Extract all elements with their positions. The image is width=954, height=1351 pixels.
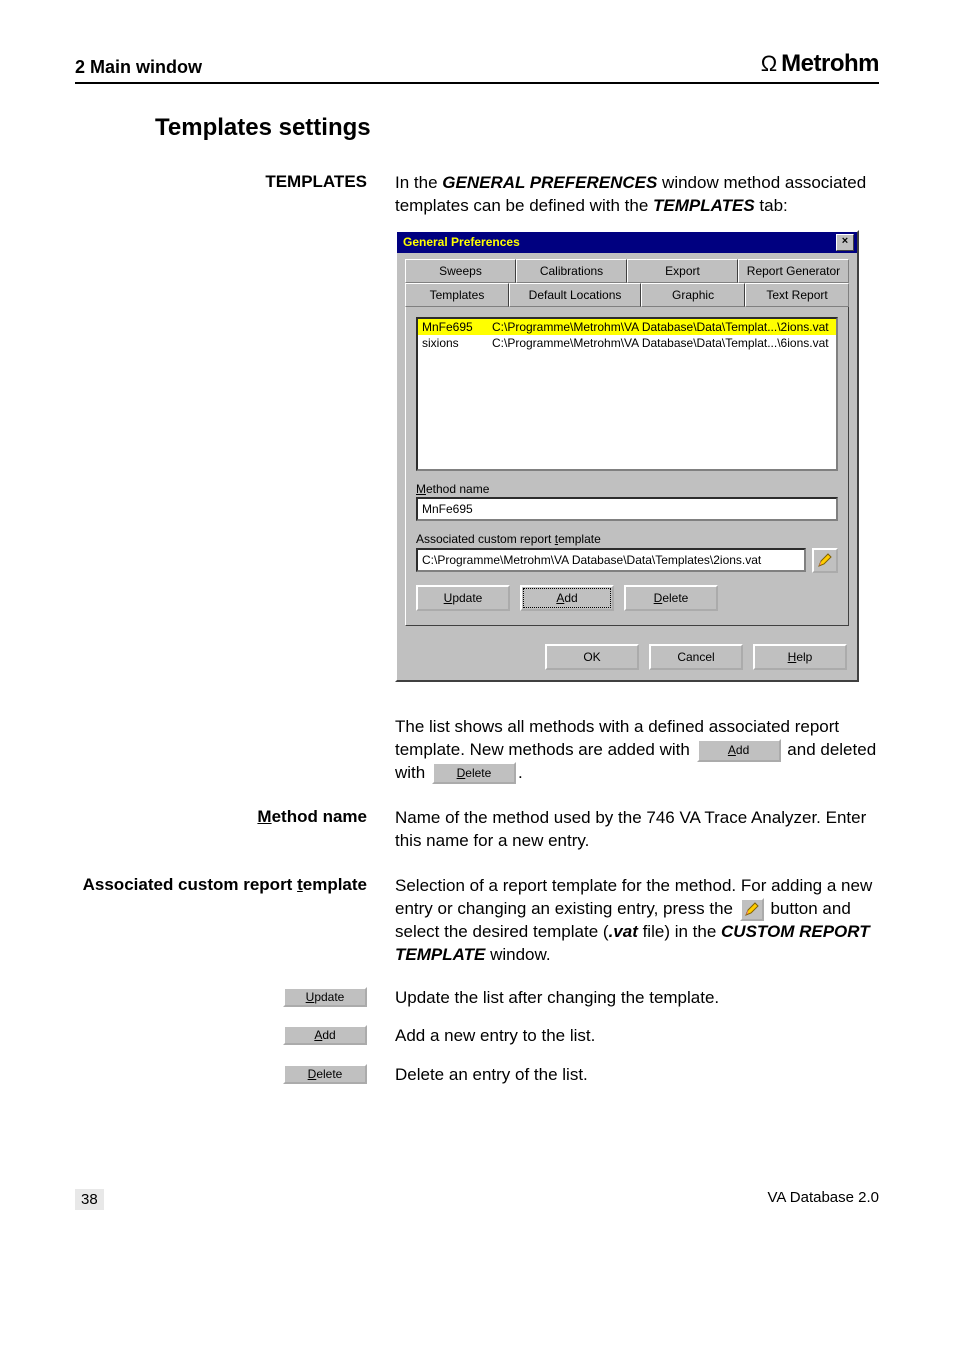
tab-text-report[interactable]: Text Report (745, 283, 849, 307)
dialog-titlebar: General Preferences × (397, 232, 857, 253)
ok-button[interactable]: OK (545, 644, 639, 670)
dialog-title: General Preferences (403, 234, 520, 250)
header-section: 2 Main window (75, 57, 202, 78)
tab-sweeps[interactable]: Sweeps (405, 259, 516, 283)
list-item[interactable]: MnFe695 C:\Programme\Metrohm\VA Database… (418, 319, 836, 335)
method-name-label: Method name (416, 481, 838, 497)
add-desc: Add a new entry to the list. (395, 1025, 879, 1048)
assoc-template-label-doc: Associated custom report template (83, 875, 367, 894)
pencil-icon (817, 552, 833, 568)
list-description: The list shows all methods with a define… (395, 716, 879, 785)
update-button[interactable]: Update (416, 585, 510, 611)
list-item[interactable]: sixions C:\Programme\Metrohm\VA Database… (418, 335, 836, 351)
brand-logo: Ω Metrohm (761, 50, 879, 78)
close-icon[interactable]: × (836, 234, 854, 251)
add-button-doc: Add (283, 1025, 367, 1045)
tab-export[interactable]: Export (627, 259, 738, 283)
general-preferences-dialog: General Preferences × Sweeps Calibration… (395, 230, 859, 682)
section-title: Templates settings (155, 114, 879, 142)
add-button-inline: Add (697, 739, 781, 761)
method-name-field[interactable]: MnFe695 (416, 497, 838, 521)
footer-right: VA Database 2.0 (768, 1189, 879, 1210)
tab-graphic[interactable]: Graphic (641, 283, 745, 307)
delete-desc: Delete an entry of the list. (395, 1064, 879, 1087)
methods-listbox[interactable]: MnFe695 C:\Programme\Metrohm\VA Database… (416, 317, 838, 471)
delete-button-inline: Delete (432, 762, 516, 784)
tab-calibrations[interactable]: Calibrations (516, 259, 627, 283)
update-desc: Update the list after changing the templ… (395, 987, 879, 1010)
tab-row-2: Templates Default Locations Graphic Text… (405, 283, 849, 307)
tab-row-1: Sweeps Calibrations Export Report Genera… (405, 259, 849, 283)
update-button-doc: Update (283, 987, 367, 1007)
page-number: 38 (75, 1189, 104, 1210)
assoc-template-label: Associated custom report template (416, 531, 838, 547)
page-header: 2 Main window Ω Metrohm (75, 50, 879, 84)
omega-icon: Ω (761, 51, 777, 77)
assoc-template-field[interactable]: C:\Programme\Metrohm\VA Database\Data\Te… (416, 548, 806, 572)
browse-pencil-button-inline (740, 898, 764, 921)
templates-tab-label: TEMPLATES (265, 172, 367, 191)
browse-pencil-button[interactable] (812, 548, 838, 573)
pencil-icon (744, 901, 760, 917)
delete-button[interactable]: Delete (624, 585, 718, 611)
add-button[interactable]: Add (520, 585, 614, 611)
cancel-button[interactable]: Cancel (649, 644, 743, 670)
tab-default-locations[interactable]: Default Locations (509, 283, 641, 307)
assoc-template-desc: Selection of a report template for the m… (395, 875, 879, 967)
page-footer: 38 VA Database 2.0 (75, 1189, 879, 1210)
tab-report-generator[interactable]: Report Generator (738, 259, 849, 283)
intro-text: In the GENERAL PREFERENCES window method… (395, 172, 879, 682)
method-name-label-doc: Method name (257, 807, 367, 826)
method-name-desc: Name of the method used by the 746 VA Tr… (395, 807, 879, 853)
tab-templates[interactable]: Templates (405, 283, 509, 307)
delete-button-doc: Delete (283, 1064, 367, 1084)
help-button[interactable]: Help (753, 644, 847, 670)
